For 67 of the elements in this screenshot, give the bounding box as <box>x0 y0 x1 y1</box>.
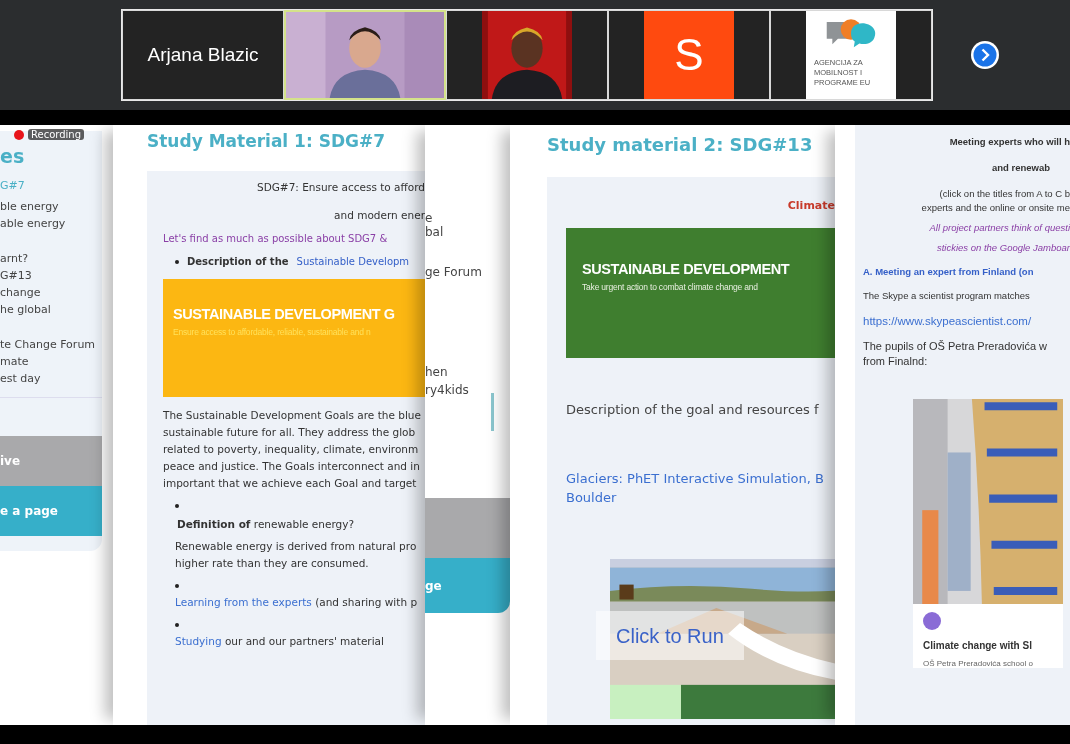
sidebar-item[interactable]: arnt? <box>0 250 102 267</box>
sidebar-item[interactable]: G#13 <box>0 267 102 284</box>
sidebar-item[interactable]: able energy <box>0 215 102 232</box>
definition-line: higher rate than they are consumed. <box>175 556 370 571</box>
card-title: Climate change with Sl <box>922 639 1033 651</box>
sidebar-item[interactable]: ry4kids <box>425 383 469 397</box>
sidebar-item[interactable]: hen <box>425 365 448 379</box>
intro-text: and modern ener <box>334 209 425 221</box>
participant-video-tile[interactable] <box>446 10 608 100</box>
call-text: Let's find as much as possible about SDG7 & <box>163 233 389 244</box>
paragraph-line: related to poverty, inequality, climate, environm <box>163 442 420 457</box>
bullet-text: Learning from the experts (and sharing with p <box>175 595 419 610</box>
sidebar-item[interactable]: bal <box>425 225 444 239</box>
sidebar-item[interactable]: he global <box>0 301 102 318</box>
section-heading[interactable]: A. Meeting an expert from Finland (on <box>863 265 1070 279</box>
definition-line: Renewable energy is derived from natural pro <box>175 539 418 554</box>
website-link[interactable]: https://www.skypeascientist.com/ <box>863 315 1070 327</box>
paragraph-line: sustainable future for all. They address the glob <box>163 425 417 440</box>
sidebar-item[interactable]: ble energy <box>0 198 102 215</box>
partners-text: All project partners think of questi <box>929 221 1070 235</box>
paragraph-line: important that we achieve each Goal and target <box>163 476 418 491</box>
intro-text: SDG#7: Ensure access to afford <box>256 181 425 193</box>
sidebar-item[interactable]: ge Forum <box>425 265 482 279</box>
page-heading: Study Material 1: SDG#7 <box>147 131 387 151</box>
definition-heading: Definition of renewable energy? <box>177 518 355 530</box>
page-heading: Study material 2: SDG#13 <box>547 134 814 155</box>
paragraph-line: The Sustainable Development Goals are the blue <box>163 408 422 423</box>
bullet-icon <box>175 504 179 508</box>
sidebar-item[interactable]: mate <box>0 353 102 370</box>
participant-name-tile[interactable]: Arjana Blazic <box>122 10 284 100</box>
partners-text: stickies on the Google Jamboar <box>936 241 1070 255</box>
recording-dot-icon <box>14 129 24 140</box>
sidebar-item[interactable]: te Change Forum <box>0 336 102 353</box>
body-text: The Skype a scientist program matches <box>863 289 1031 303</box>
card-caption: OŠ Petra Preradovića school o <box>922 658 1034 668</box>
paragraph-line: peace and justice. The Goals interconnect and in <box>163 459 421 474</box>
simulation-link[interactable]: Glaciers: PhET Interactive Simulation, B Boulder <box>566 469 835 507</box>
bullet-icon <box>175 259 179 264</box>
text-link[interactable]: Learning from the experts <box>175 596 312 608</box>
sidebar-title: es <box>0 145 25 167</box>
banner-title: SUSTAINABLE DEVELOPMENT G <box>173 305 395 323</box>
next-page-button[interactable] <box>970 40 1000 70</box>
body-text: from Finalnd: <box>863 354 929 369</box>
sidebar-item[interactable]: change <box>0 284 102 301</box>
sidebar-item[interactable]: est day <box>0 370 102 387</box>
avatar: S <box>644 11 734 99</box>
goal-link[interactable]: Sustainable Developm <box>296 256 410 267</box>
banner-title: SUSTAINABLE DEVELOPMENT <box>582 260 790 278</box>
climate-label: Climate <box>787 199 835 212</box>
banner-subtitle: Take urgent action to combat climate change and <box>582 282 758 293</box>
sidebar-item[interactable]: e <box>425 211 433 225</box>
bullet-icon <box>175 623 179 627</box>
bullet-text: Studying our and our partners' material <box>175 634 385 649</box>
text-link[interactable]: Studying <box>175 635 222 647</box>
recording-label: Recording <box>28 129 84 140</box>
author-avatar-icon <box>923 612 941 630</box>
heading-text: Meeting experts who will h <box>949 135 1070 149</box>
click-to-run-label[interactable]: Click to Run <box>596 611 744 660</box>
participant-name: Arjana Blazic <box>147 44 259 66</box>
note-text: (click on the titles from A to C b <box>939 187 1070 201</box>
heading-text: and renewab <box>991 161 1050 175</box>
bullet-icon <box>175 584 179 588</box>
description-text: Description of the goal and resources f <box>566 402 820 417</box>
bullet-text: Description of the <box>187 256 289 267</box>
chevron-right-icon <box>970 40 1000 70</box>
body-text: The pupils of OŠ Petra Preradovića w <box>863 339 1049 354</box>
note-text: experts and the online or onsite me <box>921 201 1070 215</box>
